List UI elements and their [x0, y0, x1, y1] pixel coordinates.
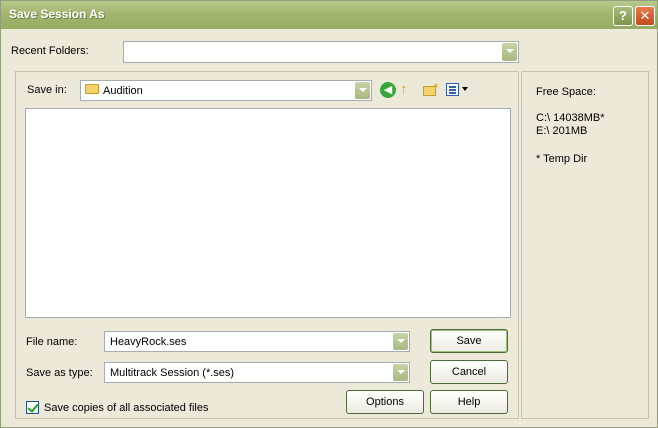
save-session-dialog: Save Session As ? ✕ Recent Folders: Save… [0, 0, 658, 428]
save-as-type-label: Save as type: [26, 367, 93, 379]
free-space-title: Free Space: [536, 86, 596, 98]
help-button[interactable]: Help [430, 390, 508, 414]
recent-folders-select[interactable] [123, 41, 519, 63]
title-bar[interactable]: Save Session As ? ✕ [1, 1, 657, 29]
file-browser-panel: Save in: Audition ◀ ↑ ✶ File name: Heavy… [15, 71, 519, 419]
save-copies-label[interactable]: Save copies of all associated files [44, 402, 208, 414]
save-in-select[interactable]: Audition [80, 80, 372, 101]
view-menu-icon[interactable] [446, 82, 470, 98]
file-list[interactable] [25, 108, 511, 318]
drive-c-space: C:\ 14038MB* [536, 112, 605, 124]
chevron-down-icon[interactable] [355, 82, 370, 99]
drive-e-space: E:\ 201MB [536, 125, 588, 137]
recent-folders-label: Recent Folders: [11, 45, 89, 57]
folder-icon [85, 84, 99, 94]
new-folder-icon[interactable]: ✶ [422, 81, 440, 98]
chevron-down-icon[interactable] [393, 364, 408, 381]
back-icon[interactable]: ◀ [380, 82, 396, 98]
chevron-down-icon[interactable] [502, 43, 517, 61]
file-name-input[interactable]: HeavyRock.ses [104, 331, 410, 352]
save-in-folder: Audition [103, 85, 143, 97]
window-title: Save Session As [9, 7, 105, 21]
cancel-button[interactable]: Cancel [430, 360, 508, 384]
save-copies-checkbox[interactable] [26, 401, 39, 414]
temp-dir-note: * Temp Dir [536, 153, 588, 165]
options-button[interactable]: Options [346, 390, 424, 414]
close-icon[interactable]: ✕ [635, 6, 655, 26]
up-folder-icon[interactable]: ↑ [400, 82, 416, 98]
save-button[interactable]: Save [430, 329, 508, 353]
help-icon[interactable]: ? [613, 6, 633, 26]
save-in-label: Save in: [27, 84, 67, 96]
free-space-panel: Free Space: C:\ 14038MB* E:\ 201MB * Tem… [521, 71, 649, 419]
save-as-type-value: Multitrack Session (*.ses) [110, 367, 235, 379]
chevron-down-icon[interactable] [393, 333, 408, 350]
file-name-label: File name: [26, 336, 78, 348]
save-as-type-select[interactable]: Multitrack Session (*.ses) [104, 362, 410, 383]
file-name-value: HeavyRock.ses [110, 336, 187, 348]
